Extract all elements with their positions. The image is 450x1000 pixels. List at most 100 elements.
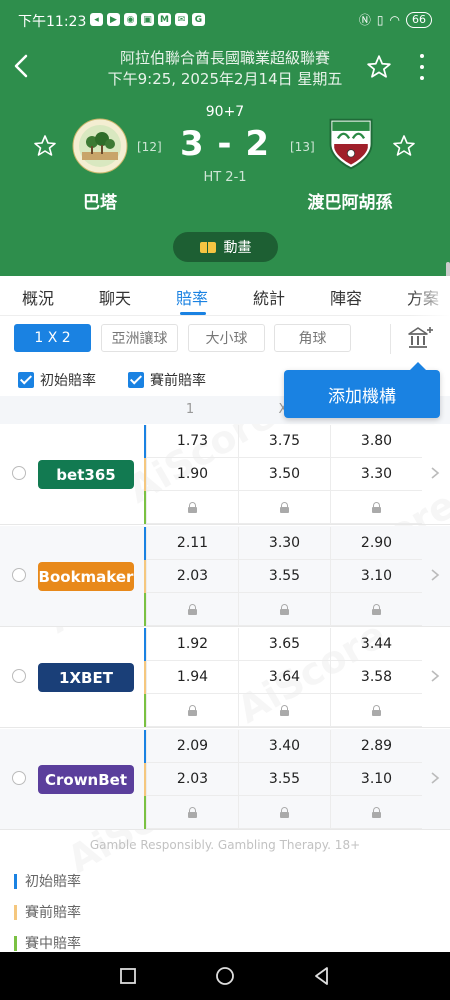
odds-value: 1.94 xyxy=(146,661,238,694)
subtab-asian-handicap[interactable]: 亞洲讓球 xyxy=(101,324,178,352)
select-radio[interactable] xyxy=(12,568,26,582)
tab-chat[interactable]: 聊天 xyxy=(99,285,131,309)
odds-value: 3.10 xyxy=(330,560,422,593)
column-home: 1 xyxy=(185,402,195,417)
nfc-icon: Ⓝ xyxy=(358,13,371,27)
status-time: 下午11:23 xyxy=(18,14,87,30)
pitch-icon xyxy=(199,241,216,253)
bookmaker-logo: Bookmaker xyxy=(38,562,134,591)
notification-icon: ▣ xyxy=(141,13,154,26)
odds-value: 2.03 xyxy=(146,560,238,593)
away-rank: [13] xyxy=(290,140,315,154)
odds-row: 1.73 3.75 3.80 xyxy=(144,425,422,458)
notification-icon: ◉ xyxy=(124,13,137,26)
home-team-logo xyxy=(72,118,128,174)
odds-value: 3.40 xyxy=(238,730,330,763)
prematch-odds-checkbox[interactable]: 賽前賠率 xyxy=(128,370,206,390)
favorite-star-icon[interactable] xyxy=(366,54,392,80)
animation-button[interactable]: 動畫 xyxy=(173,232,278,262)
odds-value: 1.90 xyxy=(146,458,238,491)
select-radio[interactable] xyxy=(12,669,26,683)
odds-value: 3.30 xyxy=(330,458,422,491)
away-team-name[interactable]: 渡巴阿胡孫 xyxy=(290,188,410,213)
notification-icon: ▶ xyxy=(107,13,120,26)
odds-value: 3.10 xyxy=(330,763,422,796)
bookmaker-row[interactable]: Bookmaker 2.11 3.30 2.90 2.03 3.55 3.10 xyxy=(0,526,450,627)
tab-fade xyxy=(410,276,450,316)
legend-inplay: 賽中賠率 xyxy=(14,933,81,953)
vibrate-icon: ▯ xyxy=(376,12,384,27)
home-team-star-icon[interactable] xyxy=(33,134,57,158)
match-header: 下午11:23 ◂ ▶ ◉ ▣ M ✉ G Ⓝ ▯ ◠ 66 阿拉伯聯合酋長國職… xyxy=(0,0,450,276)
away-team-logo xyxy=(329,118,373,170)
select-radio[interactable] xyxy=(12,771,26,785)
add-institution-popup[interactable]: 添加機構 xyxy=(284,362,440,418)
away-team-star-icon[interactable] xyxy=(392,134,416,158)
notification-icon: G xyxy=(192,13,205,26)
lock-icon xyxy=(372,502,381,513)
league-name: 阿拉伯聯合酋長國職業超級聯賽 xyxy=(119,49,330,67)
match-minute: 90+7 xyxy=(205,104,245,120)
system-nav-bar xyxy=(0,952,450,1000)
odds-locked-cell xyxy=(146,694,238,727)
bookmaker-row[interactable]: bet365 1.73 3.75 3.80 1.90 3.50 3.30 xyxy=(0,424,450,525)
back-nav-icon[interactable] xyxy=(311,965,333,987)
legend-color xyxy=(14,904,17,920)
odds-locked-cell xyxy=(330,593,422,626)
odds-value: 3.58 xyxy=(330,661,422,694)
recent-apps-icon[interactable] xyxy=(117,965,139,987)
odds-value: 3.55 xyxy=(238,763,330,796)
more-menu-icon[interactable] xyxy=(416,54,428,80)
tab-lineup[interactable]: 陣容 xyxy=(330,285,362,309)
lock-icon xyxy=(188,705,197,716)
subtab-1x2[interactable]: 1 X 2 xyxy=(14,324,91,352)
main-tabs: 概況 聊天 賠率 統計 陣容 方案 xyxy=(0,276,450,316)
tab-stats[interactable]: 統計 xyxy=(253,285,285,309)
tab-overview[interactable]: 概況 xyxy=(22,285,54,309)
status-bar: 下午11:23 ◂ ▶ ◉ ▣ M ✉ G Ⓝ ▯ ◠ 66 xyxy=(0,0,450,40)
odds-value: 2.03 xyxy=(146,763,238,796)
institution-icon[interactable] xyxy=(406,324,434,352)
chevron-right-icon[interactable] xyxy=(430,771,440,785)
odds-row: 2.09 3.40 2.89 xyxy=(144,730,422,763)
notification-icon: ◂ xyxy=(90,13,103,26)
chevron-right-icon[interactable] xyxy=(430,466,440,480)
divider xyxy=(390,324,391,354)
back-arrow-icon[interactable] xyxy=(10,52,34,80)
lock-icon xyxy=(280,604,289,615)
bookmaker-logo: CrownBet xyxy=(38,765,134,794)
legend-label: 初始賠率 xyxy=(25,874,81,890)
odds-value: 3.65 xyxy=(238,628,330,661)
odds-locked-cell xyxy=(146,796,238,829)
odds-value: 2.09 xyxy=(146,730,238,763)
lock-icon xyxy=(188,807,197,818)
subtab-corners[interactable]: 角球 xyxy=(274,324,351,352)
chevron-right-icon[interactable] xyxy=(430,568,440,582)
home-icon[interactable] xyxy=(214,965,236,987)
odds-row: 1.92 3.65 3.44 xyxy=(144,628,422,661)
legend-label: 賽中賠率 xyxy=(25,936,81,952)
subtab-over-under[interactable]: 大小球 xyxy=(188,324,265,352)
odds-locked-cell xyxy=(146,593,238,626)
odds-row xyxy=(144,491,422,524)
odds-value: 3.55 xyxy=(238,560,330,593)
odds-value: 3.30 xyxy=(238,527,330,560)
notification-icons: ◂ ▶ ◉ ▣ M ✉ G xyxy=(90,13,205,26)
home-rank: [12] xyxy=(137,140,162,154)
legend-color xyxy=(14,935,17,951)
active-tab-indicator xyxy=(180,312,206,315)
bookmaker-row[interactable]: 1XBET 1.92 3.65 3.44 1.94 3.64 3.58 xyxy=(0,627,450,728)
bookmaker-row[interactable]: CrownBet 2.09 3.40 2.89 2.03 3.55 3.10 xyxy=(0,729,450,830)
lock-icon xyxy=(280,502,289,513)
odds-value: 3.44 xyxy=(330,628,422,661)
lock-icon xyxy=(188,502,197,513)
odds-row: 2.03 3.55 3.10 xyxy=(144,560,422,593)
odds-row xyxy=(144,593,422,626)
select-radio[interactable] xyxy=(12,466,26,480)
home-team-name[interactable]: 巴塔 xyxy=(40,188,160,213)
animation-label: 動畫 xyxy=(223,240,252,256)
odds-locked-cell xyxy=(330,796,422,829)
tab-odds[interactable]: 賠率 xyxy=(176,285,208,309)
initial-odds-checkbox[interactable]: 初始賠率 xyxy=(18,370,96,390)
chevron-right-icon[interactable] xyxy=(430,669,440,683)
